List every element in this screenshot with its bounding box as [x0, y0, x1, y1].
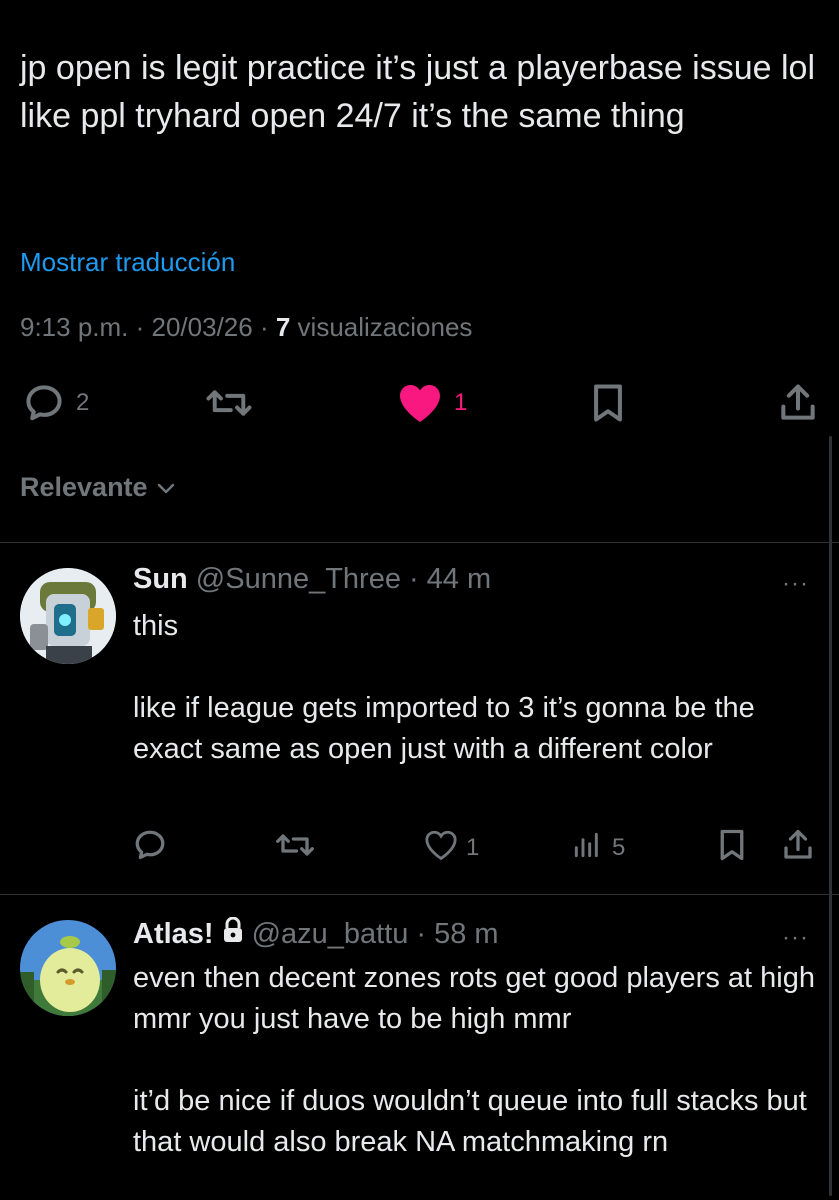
scrollbar[interactable]	[829, 436, 832, 1196]
reply-paragraph: it’d be nice if duos wouldn’t queue into…	[133, 1085, 807, 1158]
views-count: 7	[275, 312, 291, 342]
show-translation-link[interactable]: Mostrar traducción	[20, 247, 235, 278]
reply-paragraph: even then decent zones rots get good pla…	[133, 962, 815, 1035]
views-button[interactable]: 5	[570, 826, 625, 870]
reply-icon	[22, 381, 66, 425]
bookmark-icon	[714, 827, 750, 870]
chevron-down-icon	[156, 472, 176, 503]
reply-text: this like if league gets imported to 3 i…	[133, 606, 823, 770]
reply-age[interactable]: · 58 m	[416, 918, 498, 951]
meta-separator: ·	[128, 312, 152, 342]
reply-paragraph: this	[133, 610, 179, 642]
retweet-button[interactable]	[274, 826, 316, 870]
bookmark-icon	[586, 381, 630, 425]
display-name[interactable]: Sun	[133, 563, 188, 596]
avatar[interactable]	[20, 568, 116, 664]
tweet-text: jp open is legit practice it’s just a pl…	[20, 49, 816, 135]
reply-icon	[132, 827, 168, 870]
handle[interactable]: @Sunne_Three	[196, 563, 401, 596]
reply-action-bar: 1 5	[0, 826, 839, 870]
heart-icon	[424, 829, 458, 868]
handle[interactable]: @azu_battu	[252, 918, 409, 951]
replies-sort-dropdown[interactable]: Relevante	[20, 472, 176, 503]
tweet-meta: 9:13 p.m. · 20/03/26 · 7 visualizaciones	[20, 312, 472, 343]
retweet-icon	[204, 381, 254, 425]
tweet-date[interactable]: 20/03/26	[152, 312, 253, 342]
sort-label: Relevante	[20, 472, 148, 502]
heart-icon	[396, 381, 444, 425]
share-icon	[780, 827, 816, 870]
more-icon[interactable]: ···	[782, 924, 809, 952]
views-label: visualizaciones	[297, 312, 473, 342]
tweet-action-bar: 2 1	[0, 378, 839, 428]
bookmark-button[interactable]	[586, 378, 630, 428]
reply-button[interactable]	[132, 826, 168, 870]
tweet-time[interactable]: 9:13 p.m.	[20, 312, 128, 342]
like-count: 1	[466, 834, 480, 861]
like-count: 1	[454, 389, 468, 416]
share-button[interactable]	[780, 826, 816, 870]
divider	[0, 542, 839, 543]
like-button[interactable]: 1	[424, 826, 479, 870]
reply-header: Sun @Sunne_Three · 44 m	[133, 563, 491, 596]
lock-icon	[222, 916, 244, 951]
avatar[interactable]	[20, 920, 116, 1016]
reply-count: 2	[76, 389, 90, 416]
retweet-icon	[274, 827, 316, 870]
more-icon[interactable]: ···	[782, 570, 809, 598]
reply-paragraph: like if league gets imported to 3 it’s g…	[133, 692, 755, 765]
reply-text: even then decent zones rots get good pla…	[133, 958, 823, 1163]
divider	[0, 894, 839, 895]
reply-age[interactable]: · 44 m	[409, 563, 491, 596]
retweet-button[interactable]	[204, 378, 254, 428]
display-name[interactable]: Atlas!	[133, 918, 214, 951]
bookmark-button[interactable]	[714, 826, 750, 870]
meta-separator: ·	[252, 312, 276, 342]
views-count: 5	[612, 834, 626, 861]
reply-header: Atlas! @azu_battu · 58 m	[133, 916, 499, 951]
share-button[interactable]	[776, 378, 820, 428]
reply-button[interactable]: 2	[22, 378, 89, 428]
views-icon	[570, 829, 604, 868]
share-icon	[776, 381, 820, 425]
like-button[interactable]: 1	[396, 378, 467, 428]
